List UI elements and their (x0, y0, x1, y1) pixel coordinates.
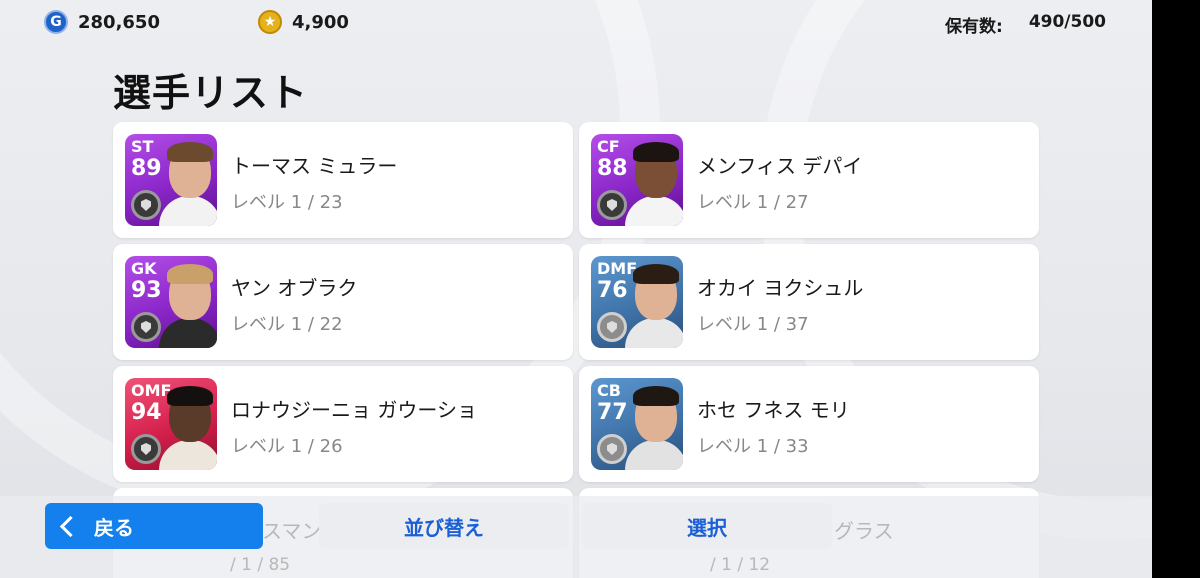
club-badge-icon (131, 190, 161, 220)
select-button[interactable]: 選択 (582, 503, 832, 549)
club-badge-icon (131, 434, 161, 464)
owned-count: 保有数: 490/500 (945, 12, 1106, 37)
player-rating: 88 (597, 156, 628, 181)
player-position: CB (597, 381, 621, 400)
club-badge-icon (131, 312, 161, 342)
player-card[interactable]: DMF 76 オカイ ヨクシュル レベル 1 / 37 (579, 244, 1039, 360)
player-level: レベル 1 / 26 (231, 436, 343, 457)
chevron-left-icon (59, 515, 82, 537)
player-rating: 89 (131, 156, 162, 181)
player-card[interactable]: OMF 94 ロナウジーニョ ガウーショ レベル 1 / 26 (113, 366, 573, 482)
top-bar: G 280,650 ★ 4,900 保有数: 490/500 (44, 8, 1152, 38)
player-portrait (159, 264, 217, 348)
player-name: メンフィス デパイ (697, 154, 863, 178)
player-card[interactable]: CF 88 メンフィス デパイ レベル 1 / 27 (579, 122, 1039, 238)
page-title: 選手リスト (113, 71, 309, 115)
owned-value: 490/500 (1028, 12, 1106, 32)
player-portrait (625, 142, 683, 226)
player-position: ST (131, 137, 154, 156)
partial-player-name: スマン (262, 519, 322, 543)
player-thumbnail: GK 93 (125, 256, 217, 348)
player-card[interactable]: CB 77 ホセ フネス モリ レベル 1 / 33 (579, 366, 1039, 482)
partial-player-name: グラス (834, 519, 894, 543)
player-rating: 77 (597, 400, 628, 425)
player-portrait (625, 386, 683, 470)
coins-value: 4,900 (292, 11, 349, 33)
player-thumbnail: DMF 76 (591, 256, 683, 348)
player-thumbnail: CF 88 (591, 134, 683, 226)
player-card[interactable]: GK 93 ヤン オブラク レベル 1 / 22 (113, 244, 573, 360)
player-position: GK (131, 259, 157, 278)
club-badge-icon (597, 312, 627, 342)
player-rating: 76 (597, 278, 628, 303)
player-name: ホセ フネス モリ (697, 398, 850, 422)
player-name: トーマス ミュラー (231, 154, 398, 178)
star-coin-icon: ★ (258, 10, 282, 34)
player-thumbnail: ST 89 (125, 134, 217, 226)
screen-edge (1152, 0, 1200, 578)
player-rating: 93 (131, 278, 162, 303)
player-level: レベル 1 / 37 (697, 314, 809, 335)
sort-button[interactable]: 並び替え (319, 503, 569, 549)
player-level: レベル 1 / 23 (231, 192, 343, 213)
player-name: ロナウジーニョ ガウーショ (231, 398, 477, 422)
club-badge-icon (597, 434, 627, 464)
owned-label: 保有数: (945, 17, 1003, 37)
player-name: オカイ ヨクシュル (697, 276, 864, 300)
player-portrait (159, 386, 217, 470)
player-card[interactable]: ST 89 トーマス ミュラー レベル 1 / 23 (113, 122, 573, 238)
gp-value: 280,650 (78, 11, 160, 33)
player-level: レベル 1 / 33 (697, 436, 809, 457)
player-level: レベル 1 / 27 (697, 192, 809, 213)
back-button[interactable]: 戻る (45, 503, 263, 549)
select-label: 選択 (687, 515, 727, 540)
player-rating: 94 (131, 400, 162, 425)
back-label: 戻る (94, 515, 134, 540)
sort-label: 並び替え (404, 515, 484, 540)
partial-player-level: / 1 / 85 (230, 555, 291, 575)
partial-player-level: / 1 / 12 (710, 555, 771, 575)
player-position: CF (597, 137, 620, 156)
coins-currency: ★ 4,900 (258, 10, 349, 34)
gp-currency: G 280,650 (44, 10, 160, 34)
player-thumbnail: OMF 94 (125, 378, 217, 470)
player-name: ヤン オブラク (231, 276, 358, 300)
player-level: レベル 1 / 22 (231, 314, 343, 335)
player-portrait (625, 264, 683, 348)
player-portrait (159, 142, 217, 226)
club-badge-icon (597, 190, 627, 220)
player-thumbnail: CB 77 (591, 378, 683, 470)
gp-coin-icon: G (44, 10, 68, 34)
